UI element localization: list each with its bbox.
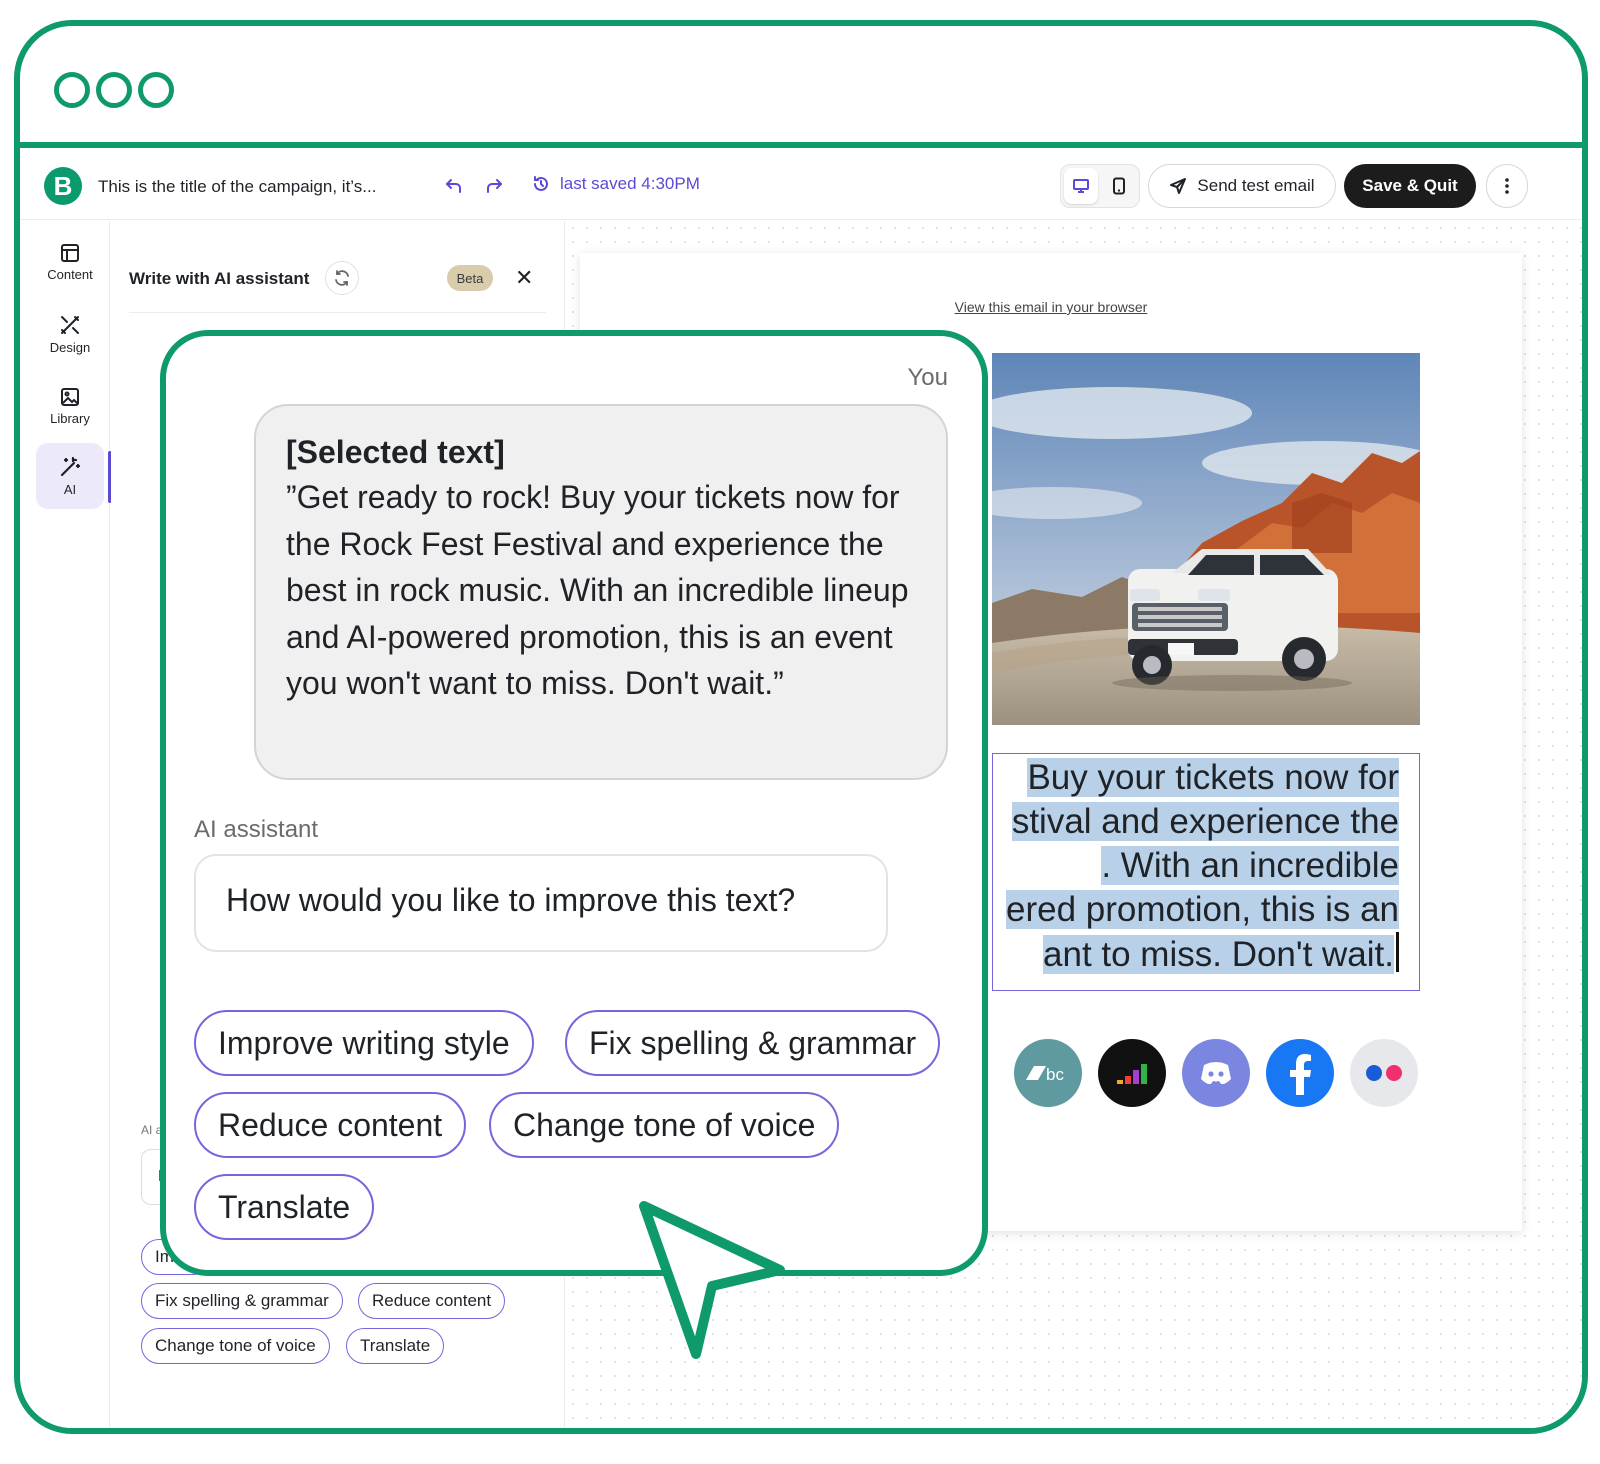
last-saved-status[interactable]: last saved 4:30PM: [532, 174, 700, 194]
beta-badge: Beta: [447, 265, 493, 291]
email-text-line-2: stival and experience the: [1011, 802, 1399, 841]
you-label: You: [907, 364, 949, 391]
email-text-line-5: ant to miss. Don't wait.: [1043, 935, 1394, 974]
suggestion-reduce-content[interactable]: Reduce content: [194, 1092, 467, 1158]
more-options-button[interactable]: [1486, 164, 1528, 208]
mouse-pointer-icon: [639, 1201, 785, 1359]
view-in-browser-link[interactable]: View this email in your browser: [580, 299, 1522, 315]
window-titlebar: [20, 26, 1582, 148]
email-text-line-4: ered promotion, this is an: [1006, 890, 1399, 929]
bandcamp-icon[interactable]: bc: [1014, 1039, 1082, 1107]
send-test-email-button[interactable]: Send test email: [1148, 164, 1336, 208]
editor-header: B This is the title of the campaign, it’…: [20, 154, 1582, 220]
last-saved-text: last saved 4:30PM: [560, 174, 700, 193]
save-quit-button[interactable]: Save & Quit: [1344, 164, 1476, 208]
send-test-email-label: Send test email: [1197, 176, 1315, 195]
rail-label-content: Content: [47, 266, 93, 282]
ai-assistant-message: How would you like to improve this text?: [194, 854, 888, 952]
refresh-button[interactable]: [325, 261, 359, 295]
email-text-line-1: Buy your tickets now for: [1027, 758, 1399, 797]
flickr-icon[interactable]: [1350, 1039, 1418, 1107]
close-icon[interactable]: ✕: [515, 265, 533, 291]
campaign-title[interactable]: This is the title of the campaign, it’s.…: [98, 177, 376, 197]
rail-label-design: Design: [49, 339, 91, 355]
redo-button[interactable]: [480, 172, 508, 200]
mobile-preview-button[interactable]: [1102, 168, 1136, 204]
redo-icon: [487, 179, 502, 193]
layout-icon: [61, 243, 79, 262]
window-dot-close[interactable]: [54, 72, 90, 108]
deezer-icon[interactable]: [1098, 1039, 1166, 1107]
image-icon: [61, 387, 79, 406]
desert-suv-photo: [992, 353, 1420, 725]
email-body-text: Buy your tickets now for stival and expe…: [993, 756, 1399, 977]
rail-item-design[interactable]: Design: [36, 301, 104, 367]
undo-icon: [446, 179, 461, 193]
svg-text:bc: bc: [1046, 1065, 1064, 1084]
suggestion-translate[interactable]: Translate: [194, 1174, 375, 1240]
rail-item-content[interactable]: Content: [36, 229, 104, 295]
ai-panel-chip-change-tone[interactable]: Change tone of voice: [141, 1328, 330, 1364]
discord-icon[interactable]: [1182, 1039, 1250, 1107]
ai-panel-header: Write with AI assistant Beta ✕: [129, 259, 546, 313]
email-text-line-3: . With an incredible: [1101, 846, 1399, 885]
refresh-icon: [335, 270, 349, 286]
kebab-menu-icon: [1505, 178, 1509, 194]
window-dot-maximize[interactable]: [138, 72, 174, 108]
rail-label-ai: AI: [63, 481, 77, 497]
ai-panel-chip-reduce[interactable]: Reduce content: [358, 1283, 506, 1319]
suggestion-improve-writing-style[interactable]: Improve writing style: [194, 1010, 534, 1076]
selected-email-text-block[interactable]: Buy your tickets now for stival and expe…: [992, 753, 1420, 991]
suggestion-change-tone-of-voice[interactable]: Change tone of voice: [489, 1092, 840, 1158]
rail-item-ai[interactable]: AI: [36, 443, 104, 509]
text-caret: [1396, 932, 1399, 972]
facebook-icon[interactable]: [1266, 1039, 1334, 1107]
selected-text-body: ”Get ready to rock! Buy your tickets now…: [286, 479, 909, 701]
design-tools-icon: [61, 315, 79, 334]
selected-text-heading: [Selected text]: [286, 434, 505, 470]
history-icon: [534, 176, 548, 191]
device-preview-toggle: [1060, 164, 1140, 208]
magic-wand-icon: [60, 456, 81, 476]
ai-chat-zoom-card: You [Selected text] ”Get ready to rock! …: [160, 330, 988, 1276]
ai-assistant-label: AI assistant: [194, 816, 319, 843]
undo-button[interactable]: [440, 172, 468, 200]
send-icon: [1170, 178, 1187, 194]
mobile-icon: [1113, 177, 1125, 195]
left-rail: Content Design Library AI: [20, 221, 112, 1428]
desktop-icon: [1073, 179, 1089, 193]
window-dot-minimize[interactable]: [96, 72, 132, 108]
ai-panel-title: Write with AI assistant: [129, 269, 310, 288]
desktop-preview-button[interactable]: [1064, 168, 1098, 204]
rail-item-library[interactable]: Library: [36, 373, 104, 439]
rail-label-library: Library: [50, 410, 90, 426]
user-message-bubble: [Selected text] ”Get ready to rock! Buy …: [254, 404, 948, 780]
suggestion-fix-spelling-grammar[interactable]: Fix spelling & grammar: [565, 1010, 941, 1076]
ai-panel-chip-fix-spelling[interactable]: Fix spelling & grammar: [141, 1283, 343, 1319]
brevo-logo[interactable]: B: [44, 167, 82, 205]
hero-image[interactable]: [992, 353, 1420, 725]
ai-panel-chip-translate[interactable]: Translate: [346, 1328, 445, 1364]
